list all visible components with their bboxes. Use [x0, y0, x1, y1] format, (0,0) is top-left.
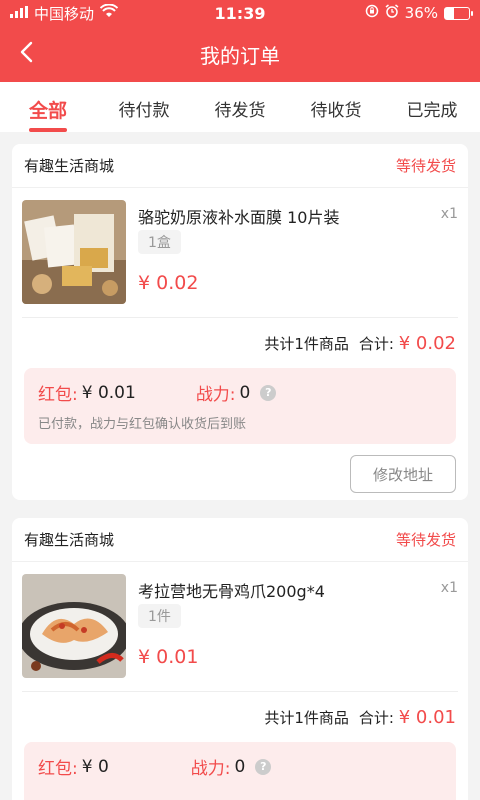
product-spec: 1盒 [138, 230, 181, 254]
nav-bar: 我的订单 [0, 26, 480, 82]
product-price: ¥ 0.01 [138, 646, 199, 668]
hongbao-value: ¥ 0.01 [81, 382, 136, 403]
order-total: ¥ 0.01 [398, 706, 456, 728]
reward-panel: 红包: ¥ 0.01 战力: 0 ? 已付款，战力与红包确认收货后到账 [24, 368, 456, 444]
battery-icon [444, 6, 473, 20]
wifi-icon [99, 3, 119, 22]
help-icon[interactable]: ? [260, 384, 277, 401]
power-value: 0 [239, 382, 251, 403]
order-card[interactable]: 有趣生活商城 等待发货 骆驼奶原液补水面膜 10片装 x1 1盒 ¥ 0.02 … [12, 144, 468, 500]
tab-completed[interactable]: 已完成 [384, 82, 480, 132]
product-qty: x1 [440, 206, 458, 222]
product-spec: 1件 [138, 604, 181, 628]
item-count: 共计1件商品 [264, 708, 349, 727]
chevron-left-icon [19, 41, 33, 67]
help-icon[interactable]: ? [255, 758, 272, 775]
total-label: 合计: [358, 708, 394, 727]
product-qty: x1 [440, 580, 458, 596]
total-label: 合计: [358, 334, 394, 353]
rotation-lock-icon [365, 4, 379, 22]
order-actions: 修改地址 [12, 444, 468, 504]
hongbao-value: ¥ 0 [81, 756, 109, 777]
order-summary: 共计1件商品 合计: ¥ 0.02 [12, 318, 468, 368]
battery-level-fill [445, 7, 454, 19]
product-row[interactable]: 考拉营地无骨鸡爪200g*4 x1 1件 ¥ 0.01 [22, 562, 458, 692]
reward-note: 已付款，战力与红包确认收货后到账 [38, 417, 247, 432]
alarm-icon [385, 4, 399, 22]
product-price: ¥ 0.02 [138, 272, 199, 294]
order-card[interactable]: 有趣生活商城 等待发货 考拉营地无骨鸡爪200g*4 x1 1件 ¥ 0.01 … [12, 518, 468, 800]
item-count: 共计1件商品 [264, 334, 349, 353]
battery-percent: 36% [404, 4, 438, 22]
power-label: 战力: [190, 759, 231, 779]
status-time: 11:39 [214, 3, 266, 23]
shop-name[interactable]: 有趣生活商城 [24, 155, 114, 176]
order-status: 等待发货 [395, 157, 456, 175]
power-label: 战力: [195, 385, 236, 405]
product-title: 骆驼奶原液补水面膜 10片装 [138, 208, 340, 227]
hongbao-label: 红包: [38, 385, 78, 405]
tab-pending-receipt[interactable]: 待收货 [288, 82, 384, 132]
order-tabs: 全部 待付款 待发货 待收货 已完成 [0, 82, 480, 132]
product-title: 考拉营地无骨鸡爪200g*4 [138, 582, 325, 601]
order-summary: 共计1件商品 合计: ¥ 0.01 [12, 692, 468, 742]
signal-icon [10, 4, 28, 22]
tab-pending-payment[interactable]: 待付款 [96, 82, 192, 132]
order-total: ¥ 0.02 [398, 332, 456, 354]
product-image[interactable] [22, 574, 126, 678]
back-button[interactable] [12, 40, 40, 68]
reward-panel: 红包: ¥ 0 战力: 0 ? [24, 742, 456, 800]
product-image[interactable] [22, 200, 126, 304]
power-value: 0 [234, 756, 246, 777]
tab-pending-shipment[interactable]: 待发货 [192, 82, 288, 132]
order-status: 等待发货 [395, 531, 456, 549]
status-bar: 中国移动 11:39 36% [0, 0, 480, 26]
modify-address-button[interactable]: 修改地址 [350, 455, 456, 493]
hongbao-label: 红包: [38, 759, 78, 779]
shop-name[interactable]: 有趣生活商城 [24, 529, 114, 550]
tab-all[interactable]: 全部 [0, 82, 96, 132]
page-title: 我的订单 [200, 43, 280, 68]
product-row[interactable]: 骆驼奶原液补水面膜 10片装 x1 1盒 ¥ 0.02 [22, 188, 458, 318]
carrier-label: 中国移动 [34, 4, 95, 23]
